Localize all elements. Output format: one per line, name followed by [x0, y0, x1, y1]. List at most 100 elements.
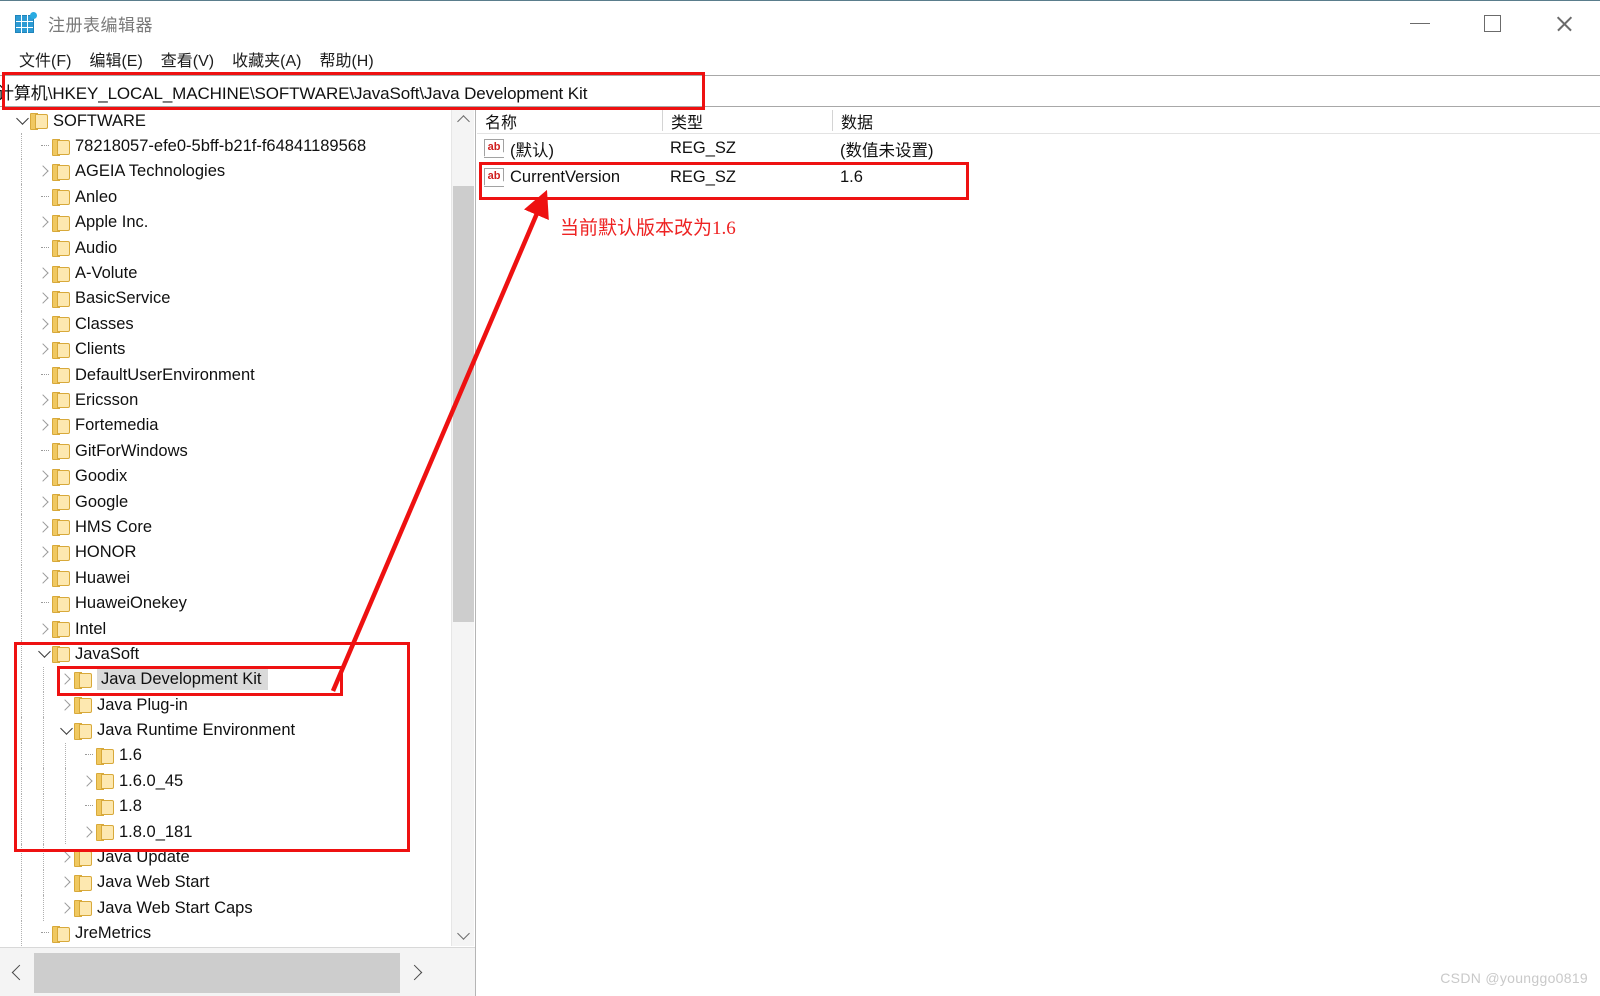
chevron-right-icon[interactable] — [58, 900, 74, 916]
tree-item-huaweionekey[interactable]: HuaweiOnekey — [0, 590, 452, 616]
maximize-button[interactable] — [1456, 1, 1528, 45]
column-header-data[interactable]: 数据 — [833, 108, 1600, 133]
main-content: SOFTWARE 78218057-efe0-5bff-b21f-f6484118… — [0, 108, 1600, 996]
tree-item-1-8-0-181[interactable]: 1.8.0_181 — [0, 818, 452, 845]
chevron-up-icon — [457, 114, 470, 128]
menu-item-favorites[interactable]: 收藏夹(A) — [223, 45, 310, 73]
tree-item-basicservice[interactable]: BasicService — [0, 285, 452, 312]
hscrollbar-thumb[interactable] — [34, 952, 400, 993]
column-header-type[interactable]: 类型 — [663, 108, 833, 133]
chevron-right-icon[interactable] — [36, 163, 52, 179]
menu-item-edit[interactable]: 编辑(E) — [80, 45, 151, 73]
chevron-right-icon[interactable] — [80, 773, 96, 789]
tree-item-software[interactable]: SOFTWARE — [0, 108, 452, 133]
address-bar[interactable]: 计算机\HKEY_LOCAL_MACHINE\SOFTWARE\JavaSoft… — [0, 75, 1600, 107]
tree-item-java-development-kit[interactable]: Java Development Kit — [0, 666, 452, 692]
tree-item-label: SOFTWARE — [53, 111, 146, 130]
tree-item-defaultuserenvironment[interactable]: DefaultUserEnvironment — [0, 361, 452, 388]
tree-item-java-plug-in[interactable]: Java Plug-in — [0, 691, 452, 718]
watermark: CSDN @younggo0819 — [1440, 970, 1588, 986]
chevron-right-icon[interactable] — [36, 570, 52, 586]
folder-icon — [74, 671, 92, 689]
tree-item-1-6[interactable]: 1.6 — [0, 742, 452, 769]
chevron-right-icon[interactable] — [36, 544, 52, 560]
chevron-right-icon[interactable] — [58, 874, 74, 890]
tree-item-java-update[interactable]: Java Update — [0, 844, 452, 870]
chevron-right-icon[interactable] — [36, 392, 52, 408]
tree-item-anleo[interactable]: Anleo — [0, 184, 452, 210]
tree-item-audio[interactable]: Audio — [0, 234, 452, 261]
tree-item-label: Intel — [75, 619, 107, 638]
tree-item-1-6-0-45[interactable]: 1.6.0_45 — [0, 768, 452, 794]
tree-item-hms-core[interactable]: HMS Core — [0, 514, 452, 540]
table-row[interactable]: ab CurrentVersion REG_SZ 1.6 — [477, 163, 1600, 192]
chevron-right-icon[interactable] — [80, 824, 96, 840]
tree-horizontal-scrollbar[interactable] — [0, 947, 475, 996]
tree-item-fortemedia[interactable]: Fortemedia — [0, 412, 452, 439]
table-row[interactable]: ab (默认) REG_SZ (数值未设置) — [477, 134, 1600, 163]
scroll-left-button[interactable] — [0, 948, 34, 996]
tree-item-java-web-start-caps[interactable]: Java Web Start Caps — [0, 895, 452, 921]
chevron-down-icon[interactable] — [58, 722, 74, 738]
chevron-right-icon[interactable] — [36, 519, 52, 535]
scroll-up-button[interactable] — [452, 108, 475, 130]
chevron-down-icon[interactable] — [36, 646, 52, 662]
scrollbar-thumb[interactable] — [453, 186, 474, 622]
tree-vertical-scrollbar[interactable] — [451, 108, 474, 946]
column-header-type-label: 类型 — [671, 115, 704, 132]
chevron-right-icon[interactable] — [36, 290, 52, 306]
indent-guide — [21, 260, 22, 286]
tree-item-label: Java Web Start — [97, 873, 210, 892]
folder-icon — [52, 138, 70, 156]
tree-item-label: Huawei — [75, 568, 131, 587]
tree-item-clients[interactable]: Clients — [0, 336, 452, 362]
tree-item-huawei[interactable]: Huawei — [0, 565, 452, 591]
scroll-right-button[interactable] — [400, 948, 434, 996]
tree-item-apple-inc[interactable]: Apple Inc. — [0, 209, 452, 235]
chevron-right-icon[interactable] — [36, 417, 52, 433]
tree-item-ageia-technologies[interactable]: AGEIA Technologies — [0, 158, 452, 185]
tree-item-java-runtime-environment[interactable]: Java Runtime Environment — [0, 717, 452, 743]
tree-item-ericsson[interactable]: Ericsson — [0, 387, 452, 413]
tree-item-gitforwindows[interactable]: GitForWindows — [0, 438, 452, 464]
tree-item-javasoft[interactable]: JavaSoft — [0, 641, 452, 667]
chevron-down-icon[interactable] — [14, 113, 30, 129]
indent-guide — [21, 895, 22, 921]
indent-guide — [21, 387, 22, 413]
tree-item-honor[interactable]: HONOR — [0, 539, 452, 566]
column-header-name[interactable]: 名称 — [477, 108, 663, 133]
tree-line-icon — [80, 747, 96, 763]
chevron-right-icon[interactable] — [36, 341, 52, 357]
tree-item-intel[interactable]: Intel — [0, 615, 452, 642]
tree-item-classes[interactable]: Classes — [0, 311, 452, 337]
tree-item-1-8[interactable]: 1.8 — [0, 793, 452, 819]
registry-tree[interactable]: SOFTWARE 78218057-efe0-5bff-b21f-f6484118… — [0, 108, 452, 946]
folder-icon — [52, 544, 70, 562]
folder-icon — [30, 113, 48, 131]
chevron-right-icon[interactable] — [58, 671, 74, 687]
close-button[interactable] — [1528, 1, 1600, 45]
tree-item-java-web-start[interactable]: Java Web Start — [0, 869, 452, 896]
tree-item-goodix[interactable]: Goodix — [0, 463, 452, 489]
tree-item-a-volute[interactable]: A-Volute — [0, 260, 452, 286]
menu-item-help[interactable]: 帮助(H) — [310, 45, 382, 73]
menu-item-view[interactable]: 查看(V) — [152, 45, 223, 73]
chevron-right-icon[interactable] — [36, 316, 52, 332]
chevron-right-icon — [406, 964, 423, 981]
menu-item-file[interactable]: 文件(F) — [10, 45, 80, 73]
chevron-right-icon[interactable] — [36, 214, 52, 230]
chevron-right-icon[interactable] — [58, 849, 74, 865]
chevron-right-icon[interactable] — [36, 494, 52, 510]
indent-guide — [21, 488, 22, 515]
tree-item-google[interactable]: Google — [0, 488, 452, 515]
chevron-right-icon[interactable] — [36, 621, 52, 637]
window-controls — [1384, 1, 1600, 45]
chevron-right-icon[interactable] — [36, 468, 52, 484]
minimize-button[interactable] — [1384, 1, 1456, 45]
address-input[interactable]: 计算机\HKEY_LOCAL_MACHINE\SOFTWARE\JavaSoft… — [0, 79, 587, 104]
tree-item-jremetrics[interactable]: JreMetrics — [0, 920, 452, 946]
scroll-down-button[interactable] — [452, 924, 475, 946]
chevron-right-icon[interactable] — [36, 265, 52, 281]
tree-item-78218057-efe0-5bff-b21f-f64841189568[interactable]: 78218057-efe0-5bff-b21f-f64841189568 — [0, 133, 452, 159]
chevron-right-icon[interactable] — [58, 697, 74, 713]
